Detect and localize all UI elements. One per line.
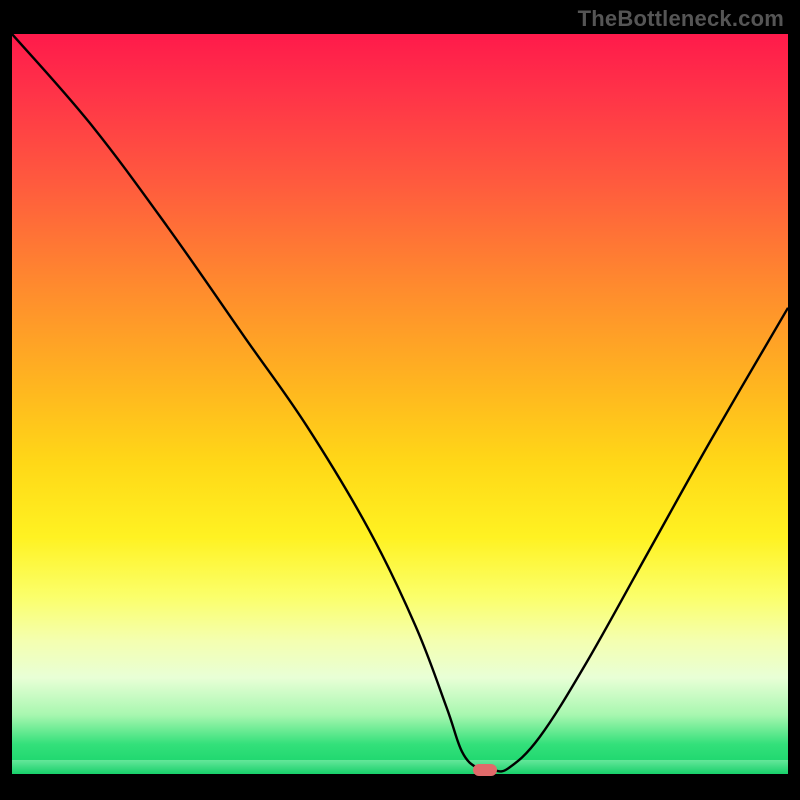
curve-path xyxy=(12,34,788,771)
watermark-text: TheBottleneck.com xyxy=(578,6,784,32)
selected-point-marker xyxy=(473,764,497,776)
x-axis-line xyxy=(12,774,788,776)
chart-frame: TheBottleneck.com xyxy=(0,0,800,800)
plot-area xyxy=(12,34,788,788)
bottleneck-curve xyxy=(12,34,788,774)
